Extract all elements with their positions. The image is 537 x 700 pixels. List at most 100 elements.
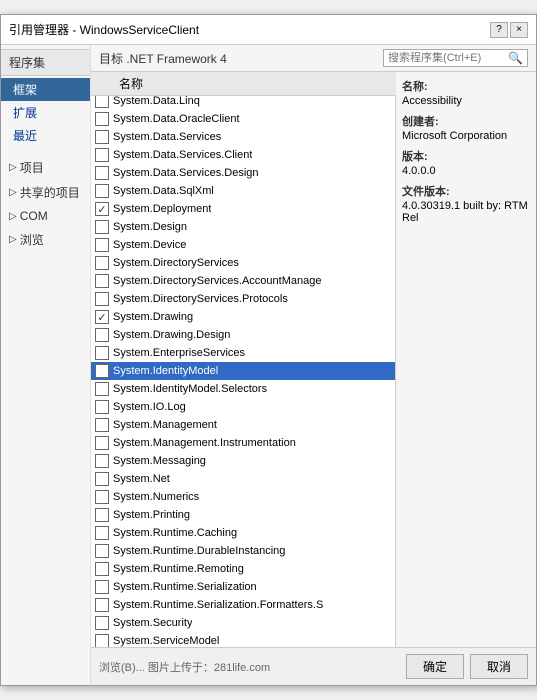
sidebar-item-com[interactable]: ▷ COM (1, 205, 90, 227)
assembly-name-label: System.Drawing.Design (113, 329, 230, 341)
assembly-checkbox[interactable] (95, 166, 109, 180)
assembly-list[interactable]: System.Configuration.InstallSystem.CoreS… (91, 96, 396, 647)
assembly-checkbox[interactable] (95, 382, 109, 396)
assembly-checkbox[interactable] (95, 454, 109, 468)
assembly-checkbox[interactable] (95, 400, 109, 414)
assembly-list-item[interactable]: System.Runtime.Serialization (91, 578, 395, 596)
assembly-checkbox[interactable] (95, 598, 109, 612)
search-icon[interactable]: 🔍 (508, 51, 523, 65)
assembly-checkbox[interactable] (95, 112, 109, 126)
assembly-checkbox[interactable] (95, 238, 109, 252)
assembly-list-item[interactable]: System.Management (91, 416, 395, 434)
assembly-list-item[interactable]: System.Runtime.Remoting (91, 560, 395, 578)
assembly-list-item[interactable]: System.Net (91, 470, 395, 488)
assembly-list-item[interactable]: System.Management.Instrumentation (91, 434, 395, 452)
title-bar-buttons: ? × (490, 22, 528, 38)
assembly-checkbox[interactable] (95, 328, 109, 342)
assembly-list-item[interactable]: System.Runtime.Caching (91, 524, 395, 542)
info-version-label: 版本: (402, 148, 530, 164)
assembly-checkbox[interactable] (95, 96, 109, 108)
assembly-list-item[interactable]: System.DirectoryServices.Protocols (91, 290, 395, 308)
sidebar-item-gongxiang[interactable]: ▷ 共享的项目 (1, 180, 90, 205)
assembly-name-label: System.Runtime.Serialization (113, 581, 257, 593)
assembly-checkbox[interactable] (95, 310, 109, 324)
assembly-checkbox[interactable] (95, 184, 109, 198)
bottom-info: 浏览(B)... 图片上传于：281life.com (99, 659, 400, 675)
assembly-list-item[interactable]: System.Data.Services.Design (91, 164, 395, 182)
assembly-checkbox[interactable] (95, 418, 109, 432)
assembly-checkbox[interactable] (95, 616, 109, 630)
assembly-list-item[interactable]: System.EnterpriseServices (91, 344, 395, 362)
assembly-list-item[interactable]: System.Device (91, 236, 395, 254)
arrow-icon: ▷ (9, 187, 17, 198)
assembly-list-item[interactable]: System.Design (91, 218, 395, 236)
assembly-name-label: System.Security (113, 617, 192, 629)
assembly-list-item[interactable]: System.Drawing (91, 308, 395, 326)
assembly-name-label: System.Runtime.Serialization.Formatters.… (113, 599, 323, 611)
assembly-checkbox[interactable] (95, 346, 109, 360)
assembly-name-label: System.Deployment (113, 203, 211, 215)
assembly-checkbox[interactable] (95, 292, 109, 306)
assembly-checkbox[interactable] (95, 508, 109, 522)
sidebar: 程序集 框架 扩展 最近 ▷ 项目 ▷ 共享的项目 ▷ (1, 45, 91, 685)
assembly-checkbox[interactable] (95, 580, 109, 594)
assembly-checkbox[interactable] (95, 526, 109, 540)
assembly-list-item[interactable]: System.Deployment (91, 200, 395, 218)
assembly-checkbox[interactable] (95, 256, 109, 270)
assembly-list-item[interactable]: System.Printing (91, 506, 395, 524)
assembly-name-label: System.Numerics (113, 491, 199, 503)
assembly-checkbox[interactable] (95, 220, 109, 234)
assembly-checkbox[interactable] (95, 472, 109, 486)
close-button[interactable]: × (510, 22, 528, 38)
info-panel: 名称: Accessibility 创建者: Microsoft Corpora… (396, 72, 536, 647)
sidebar-item-kuozhan[interactable]: 扩展 (1, 101, 90, 124)
assembly-list-item[interactable]: System.Data.Linq (91, 96, 395, 110)
assembly-list-item[interactable]: System.Security (91, 614, 395, 632)
sidebar-item-zuijin[interactable]: 最近 (1, 124, 90, 147)
assembly-list-item[interactable]: System.Messaging (91, 452, 395, 470)
assembly-list-item[interactable]: System.IO.Log (91, 398, 395, 416)
assembly-checkbox[interactable] (95, 130, 109, 144)
info-file-version-label: 文件版本: (402, 183, 530, 199)
assembly-list-item[interactable]: System.DirectoryServices.AccountManage (91, 272, 395, 290)
assembly-checkbox[interactable] (95, 436, 109, 450)
sidebar-item-xiangmu[interactable]: ▷ 项目 (1, 155, 90, 180)
right-panel: 目标 .NET Framework 4 🔍 名称 System.Configur… (91, 45, 536, 685)
assembly-name-label: System.IdentityModel (113, 365, 218, 377)
info-creator-label: 创建者: (402, 113, 530, 129)
title-bar: 引用管理器 - WindowsServiceClient ? × (1, 15, 536, 45)
assembly-checkbox[interactable] (95, 202, 109, 216)
assembly-list-item[interactable]: System.Runtime.DurableInstancing (91, 542, 395, 560)
assembly-checkbox[interactable] (95, 148, 109, 162)
assembly-list-item[interactable]: System.ServiceModel (91, 632, 395, 647)
ok-button[interactable]: 确定 (406, 654, 464, 679)
assembly-checkbox[interactable] (95, 364, 109, 378)
assembly-checkbox[interactable] (95, 634, 109, 647)
assembly-checkbox[interactable] (95, 490, 109, 504)
help-button[interactable]: ? (490, 22, 508, 38)
assembly-list-item[interactable]: System.IdentityModel.Selectors (91, 380, 395, 398)
assembly-list-item[interactable]: System.Data.Services (91, 128, 395, 146)
assembly-name-label: System.Data.Services (113, 131, 221, 143)
search-input[interactable] (388, 52, 508, 64)
assembly-list-item[interactable]: System.Data.OracleClient (91, 110, 395, 128)
assembly-list-item[interactable]: System.Data.SqlXml (91, 182, 395, 200)
info-version-value: 4.0.0.0 (402, 165, 436, 177)
assembly-list-item[interactable]: System.Drawing.Design (91, 326, 395, 344)
assembly-list-item[interactable]: System.DirectoryServices (91, 254, 395, 272)
assembly-checkbox[interactable] (95, 544, 109, 558)
assembly-name-label: System.EnterpriseServices (113, 347, 245, 359)
arrow-icon: ▷ (9, 211, 17, 222)
sidebar-item-liulan[interactable]: ▷ 浏览 (1, 227, 90, 252)
assembly-list-item[interactable]: System.Data.Services.Client (91, 146, 395, 164)
assembly-checkbox[interactable] (95, 562, 109, 576)
assembly-list-item[interactable]: System.Numerics (91, 488, 395, 506)
assembly-list-item[interactable]: System.Runtime.Serialization.Formatters.… (91, 596, 395, 614)
sidebar-item-kuangjia[interactable]: 框架 (1, 78, 90, 101)
assembly-name-label: System.Management.Instrumentation (113, 437, 296, 449)
cancel-button[interactable]: 取消 (470, 654, 528, 679)
info-creator-row: 创建者: Microsoft Corporation (402, 113, 530, 142)
window-title: 引用管理器 - WindowsServiceClient (9, 21, 199, 38)
assembly-checkbox[interactable] (95, 274, 109, 288)
assembly-list-item[interactable]: System.IdentityModel (91, 362, 395, 380)
